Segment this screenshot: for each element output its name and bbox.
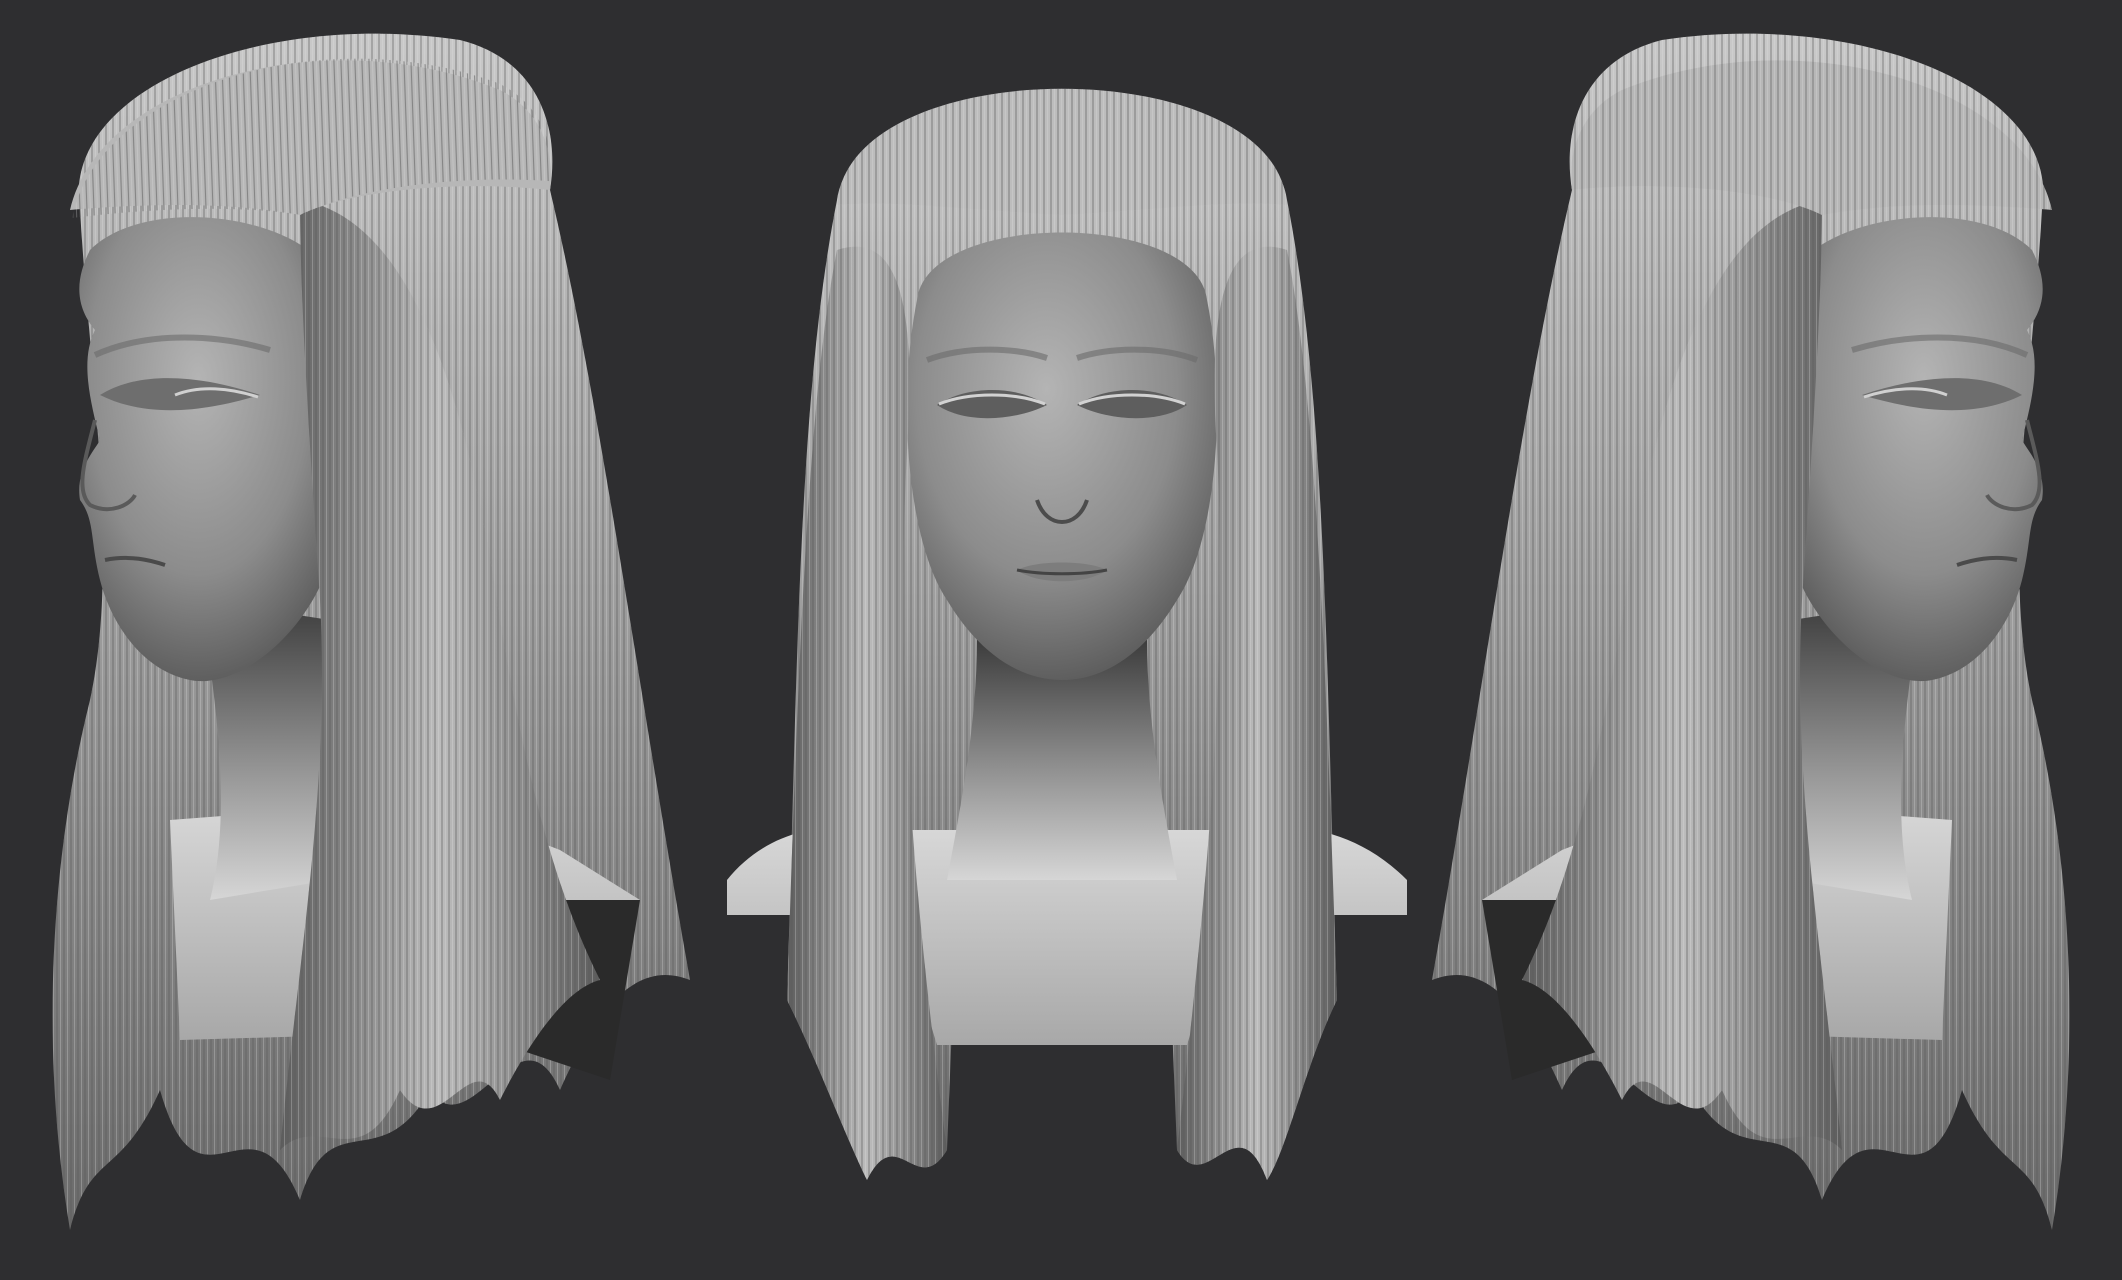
head-three-quarter-left-view — [0, 0, 707, 1280]
sculpt-render-viewport — [0, 0, 2122, 1280]
head-three-quarter-right-icon — [1432, 33, 2070, 1231]
head-front-icon — [727, 88, 1407, 1180]
head-three-quarter-left-icon — [52, 33, 691, 1231]
head-front-view — [707, 0, 1415, 1280]
head-three-quarter-right-view — [1415, 0, 2122, 1280]
